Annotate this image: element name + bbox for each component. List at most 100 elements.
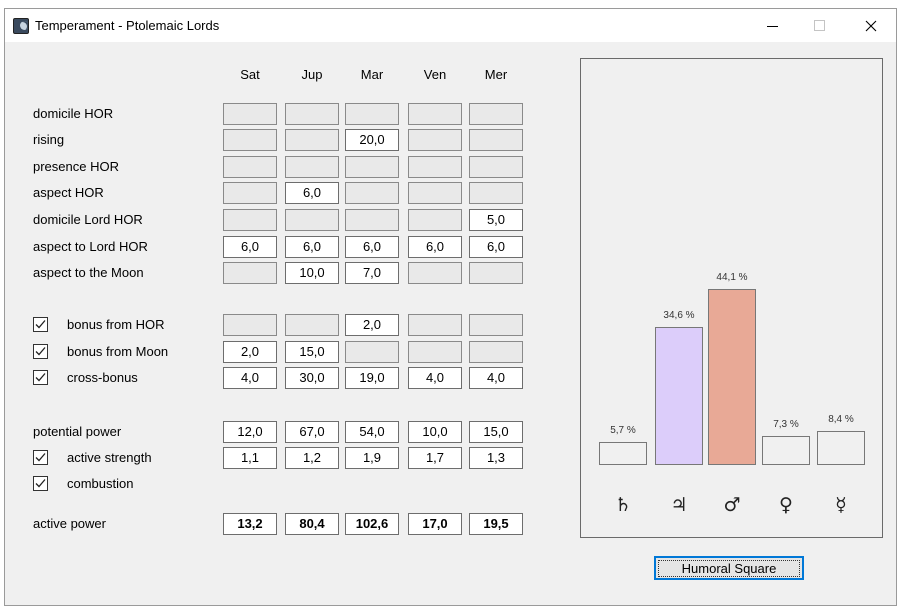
bonus-from-hor-label[interactable]: bonus from HOR — [67, 317, 165, 332]
aspect-to-the-moon-mer-cell — [469, 262, 523, 284]
title-bar[interactable]: Temperament - Ptolemaic Lords — [5, 9, 896, 42]
domicile-hor-label: domicile HOR — [33, 106, 114, 121]
bonus-from-hor-sat-cell — [223, 314, 277, 336]
aspect-to-lord-hor-mer-cell: 6,0 — [469, 236, 523, 258]
active-strength-label[interactable]: active strength — [67, 450, 152, 465]
bonus-from-moon-checkbox[interactable] — [33, 344, 48, 359]
aspect-hor-ven-cell — [408, 182, 462, 204]
close-button[interactable] — [848, 9, 893, 42]
active-power-sat-cell: 13,2 — [223, 513, 277, 535]
column-header-sat: Sat — [240, 67, 260, 82]
aspect-to-lord-hor-sat-cell: 6,0 — [223, 236, 277, 258]
rising-mar-cell: 20,0 — [345, 129, 399, 151]
cross-bonus-label[interactable]: cross-bonus — [67, 370, 138, 385]
aspect-to-lord-hor-mar-cell: 6,0 — [345, 236, 399, 258]
cross-bonus-checkbox[interactable] — [33, 370, 48, 385]
bonus-from-hor-mer-cell — [469, 314, 523, 336]
aspect-to-the-moon-ven-cell — [408, 262, 462, 284]
cross-bonus-mar-cell: 19,0 — [345, 367, 399, 389]
aspect-hor-mer-cell — [469, 182, 523, 204]
domicile-lord-hor-mar-cell — [345, 209, 399, 231]
active-power-mar-cell: 102,6 — [345, 513, 399, 535]
active-power-jup-cell: 80,4 — [285, 513, 339, 535]
aspect-hor-sat-cell — [223, 182, 277, 204]
active-strength-jup-cell: 1,2 — [285, 447, 339, 469]
potential-power-sat-cell: 12,0 — [223, 421, 277, 443]
saturn-symbol-icon: ♄ — [614, 494, 632, 516]
domicile-lord-hor-jup-cell — [285, 209, 339, 231]
aspect-to-the-moon-sat-cell — [223, 262, 277, 284]
rising-jup-cell — [285, 129, 339, 151]
active-strength-checkbox[interactable] — [33, 450, 48, 465]
minimize-icon — [767, 26, 778, 27]
domicile-hor-mer-cell — [469, 103, 523, 125]
presence-hor-jup-cell — [285, 156, 339, 178]
potential-power-ven-cell: 10,0 — [408, 421, 462, 443]
temperament-bar-chart: 5,7 % ♄ 34,6 % ♃ 44,1 % ♂ 7,3 % ♀ 8,4 % ☿ — [580, 58, 883, 538]
bonus-from-hor-mar-cell: 2,0 — [345, 314, 399, 336]
humoral-square-label: Humoral Square — [658, 559, 800, 577]
bar-mercury — [817, 431, 865, 465]
aspect-hor-mar-cell — [345, 182, 399, 204]
domicile-hor-mar-cell — [345, 103, 399, 125]
presence-hor-mer-cell — [469, 156, 523, 178]
mars-symbol-icon: ♂ — [723, 494, 741, 516]
aspect-to-lord-hor-ven-cell: 6,0 — [408, 236, 462, 258]
bar-label-venus: 7,3 % — [773, 418, 799, 430]
cross-bonus-jup-cell: 30,0 — [285, 367, 339, 389]
mercury-symbol-icon: ☿ — [835, 494, 847, 516]
cross-bonus-mer-cell: 4,0 — [469, 367, 523, 389]
potential-power-label: potential power — [33, 424, 122, 439]
close-icon — [865, 20, 876, 31]
bonus-from-moon-label[interactable]: bonus from Moon — [67, 344, 168, 359]
cross-bonus-ven-cell: 4,0 — [408, 367, 462, 389]
bar-label-mars: 44,1 % — [716, 271, 748, 283]
bar-saturn — [599, 442, 647, 465]
maximize-icon — [814, 20, 825, 31]
cross-bonus-sat-cell: 4,0 — [223, 367, 277, 389]
potential-power-mer-cell: 15,0 — [469, 421, 523, 443]
bar-label-jupiter: 34,6 % — [663, 309, 695, 321]
domicile-hor-sat-cell — [223, 103, 277, 125]
rising-mer-cell — [469, 129, 523, 151]
app-moon-icon — [13, 18, 29, 34]
combustion-checkbox[interactable] — [33, 476, 48, 491]
aspect-hor-jup-cell: 6,0 — [285, 182, 339, 204]
maximize-button[interactable] — [797, 9, 842, 42]
bonus-from-hor-checkbox[interactable] — [33, 317, 48, 332]
minimize-button[interactable] — [750, 9, 795, 42]
active-power-label: active power — [33, 516, 106, 531]
presence-hor-ven-cell — [408, 156, 462, 178]
domicile-hor-jup-cell — [285, 103, 339, 125]
active-strength-mer-cell: 1,3 — [469, 447, 523, 469]
bar-mars — [708, 288, 756, 465]
presence-hor-sat-cell — [223, 156, 277, 178]
presence-hor-mar-cell — [345, 156, 399, 178]
bonus-from-moon-sat-cell: 2,0 — [223, 341, 277, 363]
bonus-from-moon-mar-cell — [345, 341, 399, 363]
bar-venus — [762, 435, 810, 465]
humoral-square-button[interactable]: Humoral Square — [654, 556, 804, 580]
rising-ven-cell — [408, 129, 462, 151]
rising-sat-cell — [223, 129, 277, 151]
aspect-to-the-moon-mar-cell: 7,0 — [345, 262, 399, 284]
column-header-mar: Mar — [360, 67, 384, 82]
potential-power-jup-cell: 67,0 — [285, 421, 339, 443]
combustion-label[interactable]: combustion — [67, 476, 133, 491]
window-title: Temperament - Ptolemaic Lords — [35, 18, 220, 33]
domicile-lord-hor-ven-cell — [408, 209, 462, 231]
active-strength-ven-cell: 1,7 — [408, 447, 462, 469]
bonus-from-hor-jup-cell — [285, 314, 339, 336]
aspect-to-lord-hor-jup-cell: 6,0 — [285, 236, 339, 258]
active-power-ven-cell: 17,0 — [408, 513, 462, 535]
presence-hor-label: presence HOR — [33, 159, 119, 174]
domicile-hor-ven-cell — [408, 103, 462, 125]
bonus-from-moon-mer-cell — [469, 341, 523, 363]
column-header-ven: Ven — [423, 67, 447, 82]
active-power-mer-cell: 19,5 — [469, 513, 523, 535]
domicile-lord-hor-label: domicile Lord HOR — [33, 212, 143, 227]
bonus-from-moon-ven-cell — [408, 341, 462, 363]
jupiter-symbol-icon: ♃ — [670, 494, 688, 516]
bonus-from-hor-ven-cell — [408, 314, 462, 336]
bar-label-mercury: 8,4 % — [828, 414, 854, 426]
